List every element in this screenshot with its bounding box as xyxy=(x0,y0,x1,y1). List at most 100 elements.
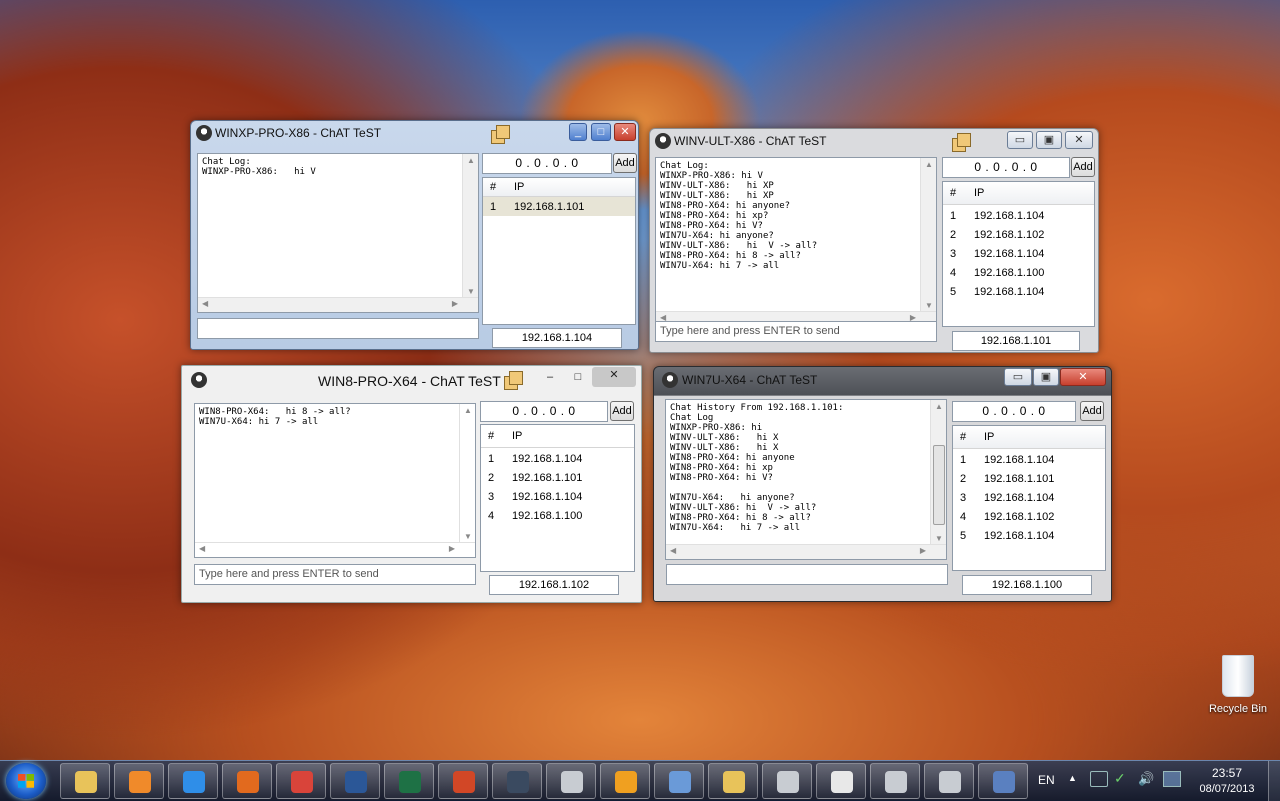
add-button[interactable]: Add xyxy=(613,153,637,173)
add-button[interactable]: Add xyxy=(1071,157,1095,177)
show-hidden-icons-button[interactable]: ▲ xyxy=(1068,773,1077,783)
table-row[interactable]: 1 192.168.1.104 xyxy=(943,206,1094,225)
vertical-scrollbar[interactable]: ▲ ▼ xyxy=(920,158,936,326)
column-ip: IP xyxy=(974,187,985,199)
add-button[interactable]: Add xyxy=(1080,401,1104,421)
minimize-button[interactable]: ▭ xyxy=(1004,368,1032,386)
title-bar[interactable]: WIN8-PRO-X64 - ChAT TeST – □ ✕ xyxy=(182,366,641,392)
taskbar-button-firefox[interactable] xyxy=(222,763,272,799)
row-number: 1 xyxy=(960,454,967,466)
scroll-thumb[interactable] xyxy=(933,445,945,525)
maximize-button[interactable]: ▣ xyxy=(1036,131,1062,149)
table-row[interactable]: 5 192.168.1.104 xyxy=(953,526,1105,545)
minimize-button[interactable]: _ xyxy=(569,123,587,141)
horizontal-scrollbar[interactable]: ◀ ▶ xyxy=(666,544,946,559)
table-row[interactable]: 2 192.168.1.101 xyxy=(481,468,634,487)
start-button[interactable] xyxy=(6,763,46,799)
taskbar-button-chat-app-icon-3[interactable] xyxy=(870,763,920,799)
peer-table[interactable]: # IP 1 192.168.1.104 2 192.168.1.102 3 192.… xyxy=(942,181,1095,327)
vertical-scrollbar[interactable]: ▲ ▼ xyxy=(462,154,478,312)
title-bar[interactable]: WINV-ULT-X86 - ChAT TeST ▭ ▣ ✕ xyxy=(650,129,1098,155)
clock-time[interactable]: 23:57 xyxy=(1196,766,1258,780)
chrome-icon xyxy=(291,771,313,793)
close-button[interactable]: ✕ xyxy=(614,123,636,141)
row-ip: 192.168.1.102 xyxy=(974,229,1045,241)
taskbar-button-word[interactable] xyxy=(330,763,380,799)
chat-log[interactable]: Chat Log: WINXP-PRO-X86: hi V WINV-ULT-X… xyxy=(655,157,937,327)
chat-log[interactable]: WIN8-PRO-X64: hi 8 -> all? WIN7U-X64: hi… xyxy=(194,403,476,558)
peer-table[interactable]: # IP 1 192.168.1.104 2 192.168.1.101 3 192.… xyxy=(480,424,635,572)
message-input[interactable]: Type here and press ENTER to send xyxy=(655,321,937,342)
recycle-bin[interactable]: Recycle Bin xyxy=(1205,655,1271,715)
title-bar[interactable]: WIN7U-X64 - ChAT TeST ▭ ▣ ✕ xyxy=(654,367,1111,393)
vertical-scrollbar[interactable]: ▲ ▼ xyxy=(459,404,475,557)
taskbar-button-chat-app-icon-4[interactable] xyxy=(924,763,974,799)
taskbar-button-chrome[interactable] xyxy=(276,763,326,799)
chat-log[interactable]: Chat History From 192.168.1.101: Chat Lo… xyxy=(665,399,947,560)
action-center-icon[interactable]: ✓ xyxy=(1114,770,1126,787)
row-ip: 192.168.1.104 xyxy=(984,454,1055,466)
taskbar-button-chat-app[interactable] xyxy=(546,763,596,799)
message-input[interactable] xyxy=(197,318,479,339)
table-row[interactable]: 3 192.168.1.104 xyxy=(953,488,1105,507)
close-button[interactable]: ✕ xyxy=(1065,131,1093,149)
ip-input[interactable]: 0 . 0 . 0 . 0 xyxy=(480,401,608,422)
taskbar-button-media-player[interactable] xyxy=(114,763,164,799)
message-input[interactable] xyxy=(666,564,948,585)
maximize-button[interactable]: □ xyxy=(568,369,588,387)
vertical-scrollbar[interactable]: ▲ ▼ xyxy=(930,400,946,559)
taskbar-button-remote-desktop[interactable] xyxy=(492,763,542,799)
table-row[interactable]: 1 192.168.1.101 xyxy=(483,197,635,216)
table-row[interactable]: 5 192.168.1.104 xyxy=(943,282,1094,301)
taskbar-button-internet-explorer[interactable] xyxy=(168,763,218,799)
peer-table[interactable]: # IP 1 192.168.1.101 xyxy=(482,177,636,325)
table-row[interactable]: 3 192.168.1.104 xyxy=(481,487,634,506)
minimize-button[interactable]: – xyxy=(540,369,560,387)
horizontal-scrollbar[interactable]: ◀ ▶ xyxy=(198,297,478,312)
table-row[interactable]: 3 192.168.1.104 xyxy=(943,244,1094,263)
message-input[interactable]: Type here and press ENTER to send xyxy=(194,564,476,585)
tray-app-icon[interactable] xyxy=(1090,771,1108,787)
taskbar-button-excel[interactable] xyxy=(384,763,434,799)
taskbar-button-outlook[interactable] xyxy=(600,763,650,799)
table-row[interactable]: 2 192.168.1.101 xyxy=(953,469,1105,488)
table-row[interactable]: 1 192.168.1.104 xyxy=(953,450,1105,469)
row-number: 2 xyxy=(960,473,967,485)
show-desktop-button[interactable] xyxy=(1268,761,1280,801)
taskbar-button-document[interactable] xyxy=(816,763,866,799)
table-header: # IP xyxy=(943,182,1094,205)
taskbar-button-explorer[interactable] xyxy=(60,763,110,799)
table-row[interactable]: 4 192.168.1.100 xyxy=(481,506,634,525)
maximize-button[interactable]: ▣ xyxy=(1033,368,1059,386)
taskbar-button-network[interactable] xyxy=(654,763,704,799)
language-indicator[interactable]: EN xyxy=(1038,773,1055,787)
table-row[interactable]: 1 192.168.1.104 xyxy=(481,449,634,468)
ip-input[interactable]: 0 . 0 . 0 . 0 xyxy=(482,153,612,174)
column-number: # xyxy=(960,431,967,443)
title-bar[interactable]: WINXP-PRO-X86 - ChAT TeST _ □ ✕ xyxy=(191,121,638,147)
horizontal-scrollbar[interactable]: ◀ ▶ xyxy=(195,542,475,557)
maximize-button[interactable]: □ xyxy=(591,123,611,141)
volume-icon[interactable]: 🔊 xyxy=(1138,771,1154,787)
taskbar-button-chat-app-icon-2[interactable] xyxy=(762,763,812,799)
clock-date[interactable]: 08/07/2013 xyxy=(1196,783,1258,795)
table-row[interactable]: 4 192.168.1.100 xyxy=(943,263,1094,282)
chat-log[interactable]: Chat Log: WINXP-PRO-X86: hi V ▲ ▼ ◀ ▶ xyxy=(197,153,479,313)
table-row[interactable]: 4 192.168.1.102 xyxy=(953,507,1105,526)
taskbar-button-folder[interactable] xyxy=(708,763,758,799)
row-number: 3 xyxy=(960,492,967,504)
ip-input[interactable]: 0 . 0 . 0 . 0 xyxy=(942,157,1070,178)
taskbar-button-powerpoint[interactable] xyxy=(438,763,488,799)
peer-table[interactable]: # IP 1 192.168.1.104 2 192.168.1.101 3 192.… xyxy=(952,425,1106,571)
minimize-button[interactable]: ▭ xyxy=(1007,131,1033,149)
row-ip: 192.168.1.102 xyxy=(984,511,1055,523)
folder-icon xyxy=(723,771,745,793)
taskbar-button-computer[interactable] xyxy=(978,763,1028,799)
network-status-icon[interactable] xyxy=(1163,771,1181,787)
ip-input[interactable]: 0 . 0 . 0 . 0 xyxy=(952,401,1076,422)
table-row[interactable]: 2 192.168.1.102 xyxy=(943,225,1094,244)
add-button[interactable]: Add xyxy=(610,401,634,421)
local-ip: 192.168.1.104 xyxy=(492,328,622,348)
close-button[interactable]: ✕ xyxy=(592,367,636,387)
close-button[interactable]: ✕ xyxy=(1060,368,1106,386)
